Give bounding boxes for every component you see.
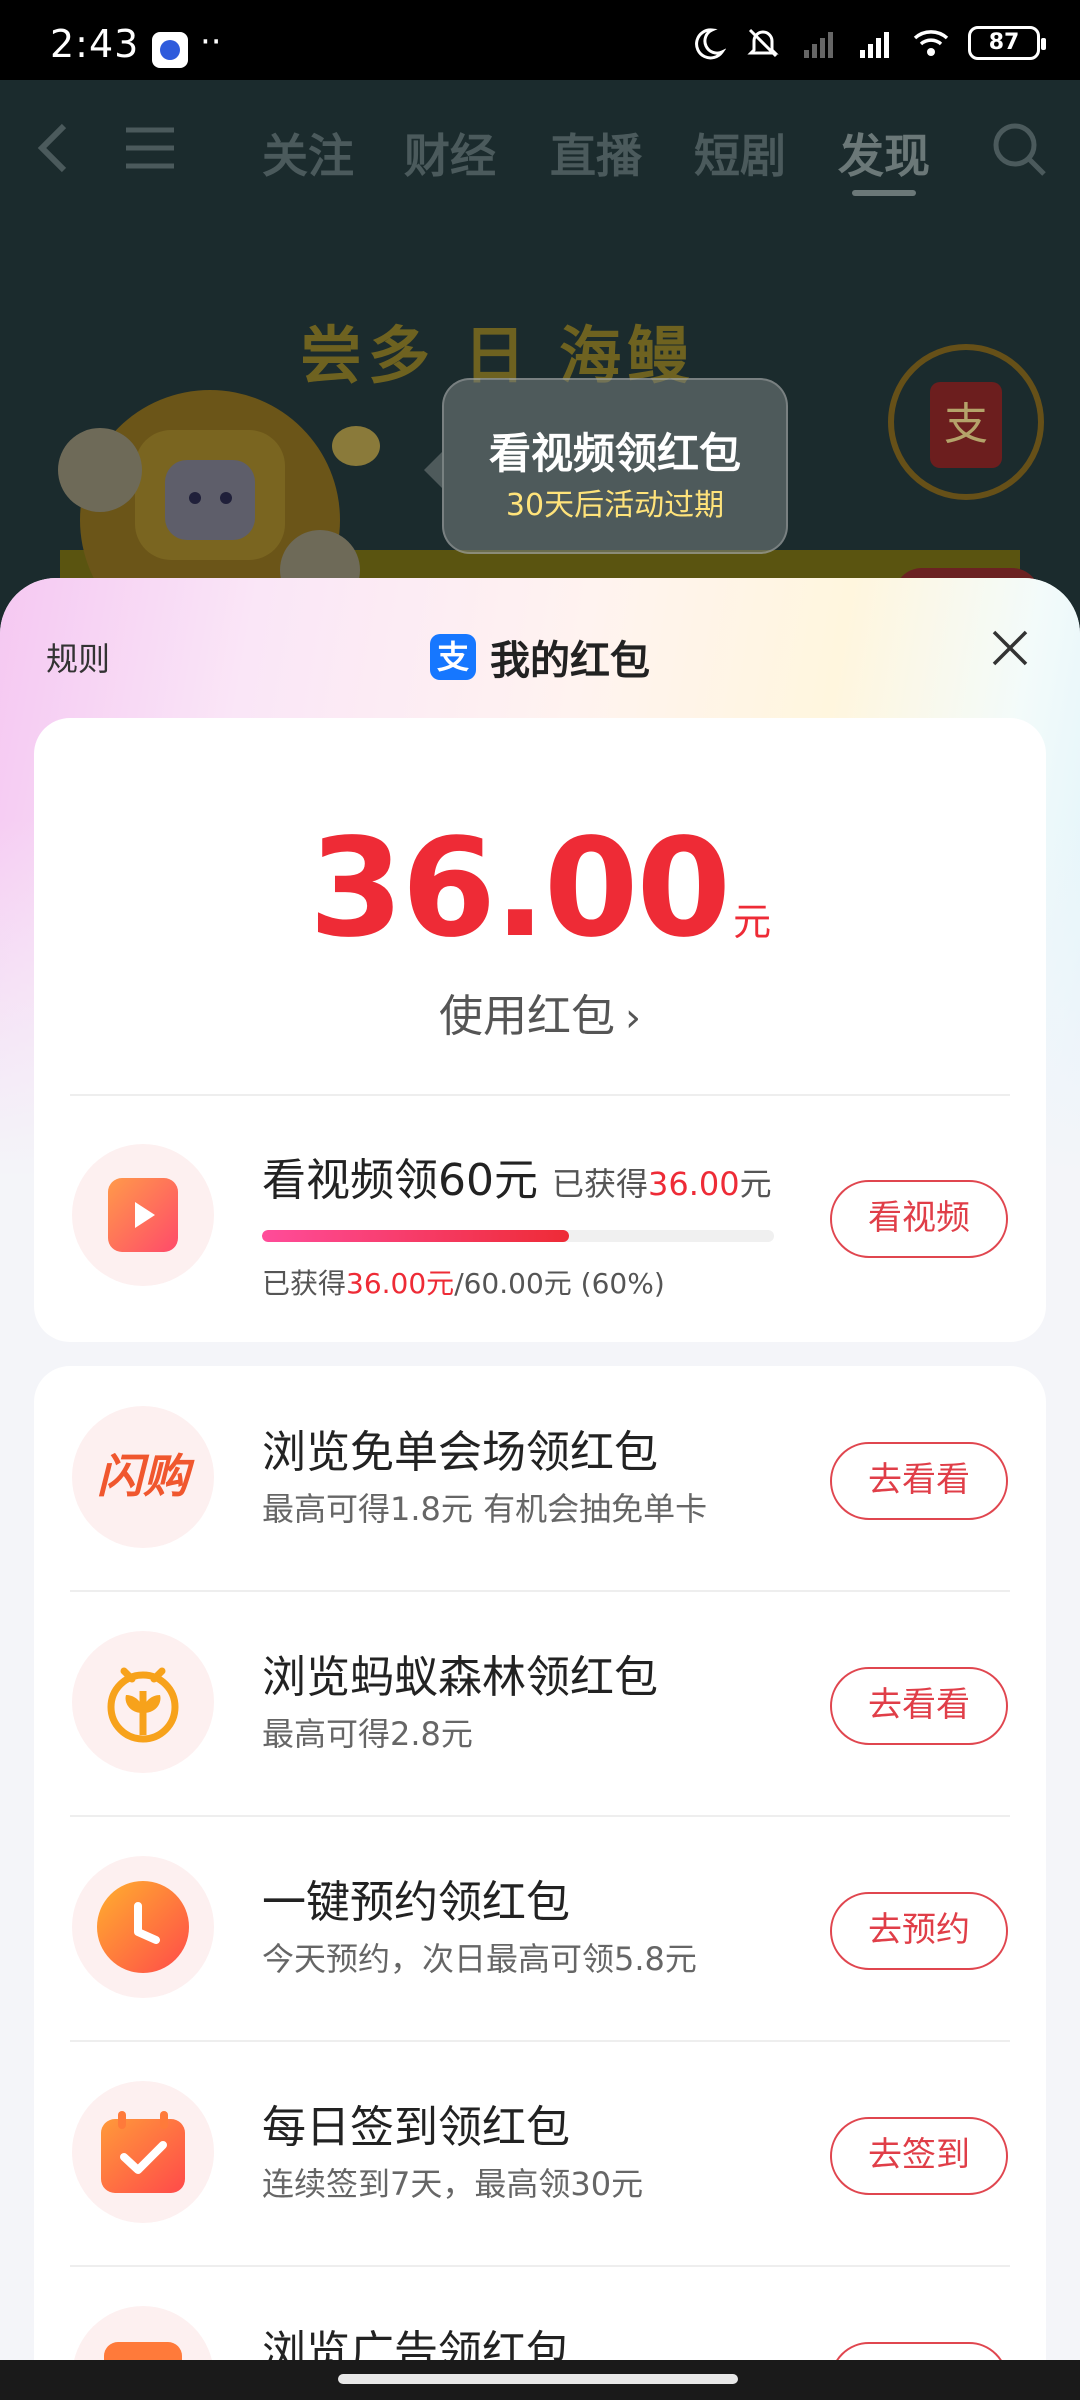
task-icon-bg — [72, 1631, 214, 1773]
task-icon-bg — [72, 2081, 214, 2223]
red-packet-widget[interactable]: 支 — [888, 344, 1044, 500]
signal-hd-icon — [860, 32, 889, 58]
active-tab-indicator — [852, 190, 916, 196]
calendar-check-icon — [101, 2111, 185, 2193]
task-row-ant-forest: 浏览蚂蚁森林领红包 最高可得2.8元 去看看 — [34, 1591, 1046, 1815]
red-packet-sheet: 规则 支 我的红包 36.00 元 使用红包 › 看视频领60元 已获得36.00元 — [0, 578, 1080, 2360]
home-indicator[interactable] — [338, 2374, 738, 2384]
video-progress-fill — [262, 1230, 570, 1242]
baidu-app-icon — [152, 32, 188, 68]
ant-forest-icon — [107, 1667, 179, 1743]
balance-value: 36.00 — [308, 810, 731, 968]
ad-icon — [104, 2342, 182, 2360]
task-title: 浏览免单会场领红包 — [262, 1427, 658, 1478]
chevron-right-icon: › — [625, 995, 641, 1041]
divider — [70, 1094, 1010, 1096]
sheet-header: 支 我的红包 — [0, 628, 1080, 686]
balance-card: 36.00 元 使用红包 › 看视频领60元 已获得36.00元 已获得36.00元/… — [34, 718, 1046, 1342]
tooltip-subtitle: 30天后活动过期 — [505, 488, 725, 523]
back-icon[interactable] — [32, 120, 72, 176]
background-nav: 关注 财经 直播 短剧 发现 — [0, 80, 1080, 210]
task-row-checkin: 每日签到领红包 连续签到7天，最高领30元 去签到 — [34, 2041, 1046, 2265]
task-title: 一键预约领红包 — [262, 1877, 570, 1928]
video-task-title: 看视频领60元 已获得36.00元 — [262, 1144, 772, 1208]
task-subtitle: 连续签到7天，最高领30元 — [262, 2165, 644, 2203]
alipay-icon: 支 — [430, 634, 476, 680]
tab-discover[interactable]: 发现 — [838, 120, 930, 186]
status-bar: 2:43 ·· 87 — [0, 0, 1080, 80]
task-icon-bg: 闪购 — [72, 1406, 214, 1548]
watch-video-button[interactable]: 看视频 — [830, 1180, 1008, 1258]
task-go-button[interactable]: 去签到 — [830, 2117, 1008, 2195]
video-reward-tooltip[interactable]: 看视频领红包 30天后活动过期 — [424, 378, 788, 554]
task-row-reserve: 一键预约领红包 今天预约，次日最高可领5.8元 去预约 — [34, 1816, 1046, 2040]
tab-short-drama[interactable]: 短剧 — [694, 120, 786, 186]
balance-unit: 元 — [733, 900, 772, 944]
battery-icon: 87 — [968, 26, 1046, 60]
task-list-card: 闪购 浏览免单会场领红包 最高可得1.8元 有机会抽免单卡 去看看 浏览蚂蚁森林… — [34, 1366, 1046, 2360]
task-subtitle: 今天预约，次日最高可领5.8元 — [262, 1940, 697, 1978]
task-title: 浏览蚂蚁森林领红包 — [262, 1652, 658, 1703]
shangou-icon: 闪购 — [97, 1449, 195, 1503]
task-subtitle: 最高可得2.8元 — [262, 1715, 473, 1753]
bell-muted-icon — [747, 28, 779, 58]
tab-finance[interactable]: 财经 — [404, 120, 496, 186]
status-time: 2:43 — [50, 22, 140, 66]
task-title: 每日签到领红包 — [262, 2102, 570, 2153]
earned-amount: 36.00 — [648, 1165, 740, 1203]
progress-amount: 36.00元 — [346, 1267, 455, 1300]
progress-prefix: 已获得 — [262, 1267, 347, 1300]
task-go-button[interactable] — [830, 2342, 1008, 2360]
earned-prefix: 已获得 — [552, 1165, 649, 1203]
task-title: 浏览广告领红包 — [262, 2327, 570, 2360]
task-row-free-order: 闪购 浏览免单会场领红包 最高可得1.8元 有机会抽免单卡 去看看 — [34, 1366, 1046, 1590]
tab-follow[interactable]: 关注 — [262, 120, 354, 186]
video-progress-bar — [262, 1230, 774, 1242]
search-icon[interactable] — [990, 120, 1050, 180]
video-task-row: 看视频领60元 已获得36.00元 已获得36.00元/60.00元 (60%) … — [34, 1104, 1046, 1328]
earned-unit: 元 — [739, 1165, 772, 1203]
video-task-earned: 已获得36.00元 — [552, 1165, 772, 1203]
signal-off-icon — [804, 32, 833, 58]
video-progress-text: 已获得36.00元/60.00元 (60%) — [262, 1262, 665, 1302]
balance-amount: 36.00 元 — [34, 810, 1046, 968]
menu-icon[interactable] — [122, 124, 178, 172]
task-icon-bg — [72, 1856, 214, 1998]
video-task-icon-bg — [72, 1144, 214, 1286]
red-envelope-icon: 支 — [930, 382, 1002, 468]
tooltip-title: 看视频领红包 — [488, 429, 741, 478]
task-icon-bg — [72, 2306, 214, 2360]
task-subtitle: 最高可得1.8元 有机会抽免单卡 — [262, 1490, 708, 1528]
close-icon[interactable] — [988, 626, 1032, 670]
use-red-packet-label: 使用红包 — [439, 991, 615, 1042]
wifi-icon — [913, 30, 949, 56]
progress-rest: /60.00元 (60%) — [454, 1267, 665, 1300]
moon-icon — [695, 28, 726, 60]
task-row-ads: 浏览广告领红包 — [34, 2266, 1046, 2360]
status-more-dots: ·· — [200, 22, 222, 62]
task-go-button[interactable]: 去看看 — [830, 1442, 1008, 1520]
clock-icon — [97, 1881, 189, 1973]
tab-live[interactable]: 直播 — [550, 120, 642, 186]
task-go-button[interactable]: 去看看 — [830, 1667, 1008, 1745]
sheet-title: 我的红包 — [490, 638, 650, 684]
task-go-button[interactable]: 去预约 — [830, 1892, 1008, 1970]
use-red-packet-link[interactable]: 使用红包 › — [34, 980, 1046, 1044]
coin-icon — [332, 426, 380, 466]
shangou-logo-text: 闪购 — [97, 1449, 195, 1503]
play-video-icon — [108, 1178, 178, 1252]
video-task-title-text: 看视频领60元 — [262, 1155, 538, 1206]
